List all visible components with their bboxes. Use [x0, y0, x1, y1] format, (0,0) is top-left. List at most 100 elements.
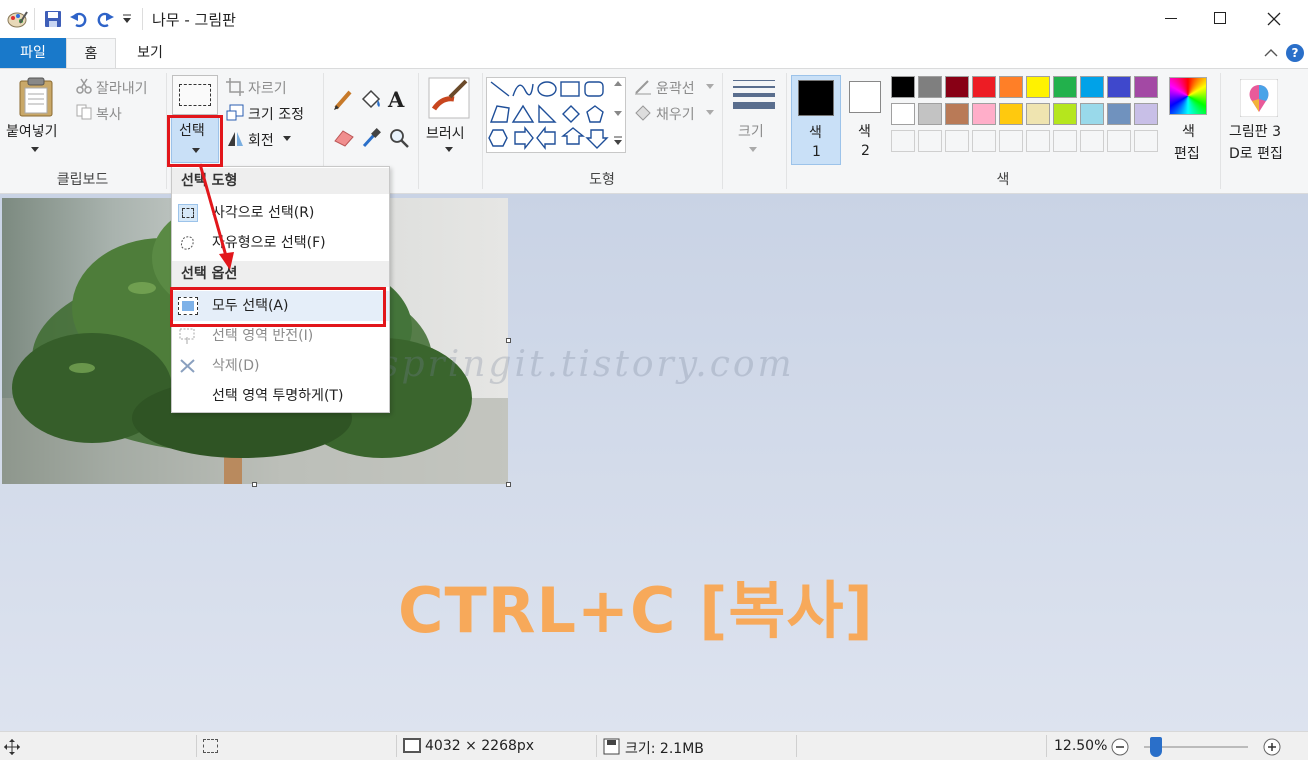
- menu-item-label: 선택 영역 반전(I): [212, 328, 314, 344]
- fill-icon: [635, 105, 651, 121]
- chevron-down-icon[interactable]: [283, 136, 291, 142]
- edit-colors-label-2[interactable]: 편집: [1174, 143, 1200, 163]
- brushes-button[interactable]: 브러시: [426, 123, 465, 143]
- disk-icon: [603, 738, 620, 755]
- color-swatch[interactable]: [999, 103, 1023, 125]
- color1-button[interactable]: 색 1: [791, 75, 841, 165]
- color-swatch[interactable]: [1107, 103, 1131, 125]
- color-swatch[interactable]: [918, 76, 942, 98]
- custom-color-slot[interactable]: [1107, 130, 1131, 152]
- clipboard-group-label: 클립보드: [56, 172, 109, 188]
- color-swatch[interactable]: [945, 103, 969, 125]
- window-title: 나무 - 그림판: [152, 11, 236, 29]
- color-swatch[interactable]: [999, 76, 1023, 98]
- color-swatch[interactable]: [1134, 103, 1158, 125]
- minimize-button[interactable]: [1148, 0, 1194, 38]
- ribbon-tab-bar: 파일 홈 보기 ?: [0, 38, 1308, 69]
- custom-color-slot[interactable]: [1134, 130, 1158, 152]
- redo-icon[interactable]: [96, 10, 114, 28]
- edit-colors-label-1[interactable]: 색: [1182, 121, 1195, 141]
- color-swatch[interactable]: [918, 103, 942, 125]
- custom-color-slot[interactable]: [945, 130, 969, 152]
- custom-color-slot[interactable]: [918, 130, 942, 152]
- undo-icon[interactable]: [70, 10, 88, 28]
- color-swatch[interactable]: [1053, 103, 1077, 125]
- divider: [786, 73, 787, 189]
- resize-handle-corner[interactable]: [506, 482, 511, 487]
- tab-file[interactable]: 파일: [0, 38, 66, 68]
- color-swatch[interactable]: [1080, 103, 1104, 125]
- divider: [596, 735, 597, 757]
- pencil-icon[interactable]: [333, 89, 353, 111]
- size-button[interactable]: 크기: [738, 121, 764, 141]
- title-bar: 나무 - 그림판: [0, 0, 1308, 38]
- chevron-down-icon: [706, 110, 714, 115]
- color2-number: 2: [861, 143, 870, 159]
- shapes-group-label: 도형: [589, 172, 615, 188]
- help-icon[interactable]: ?: [1286, 44, 1304, 62]
- maximize-button[interactable]: [1196, 0, 1242, 38]
- magnifier-icon[interactable]: [388, 127, 410, 149]
- custom-color-slot[interactable]: [972, 130, 996, 152]
- edit-colors-icon: [1169, 77, 1207, 115]
- text-tool-icon[interactable]: A: [388, 87, 404, 112]
- custom-color-slot[interactable]: [1053, 130, 1077, 152]
- minimize-icon: [1165, 18, 1177, 19]
- fill-button[interactable]: 채우기: [656, 104, 695, 124]
- paint3d-label-1[interactable]: 그림판 3: [1229, 121, 1281, 141]
- zoom-in-icon[interactable]: [1263, 738, 1281, 756]
- custom-color-slot[interactable]: [999, 130, 1023, 152]
- paint3d-label-2[interactable]: D로 편집: [1229, 143, 1283, 163]
- paste-icon: [19, 77, 53, 117]
- custom-color-slot[interactable]: [891, 130, 915, 152]
- outline-button[interactable]: 윤곽선: [656, 78, 695, 98]
- save-icon[interactable]: [44, 10, 62, 28]
- close-icon[interactable]: [1244, 0, 1304, 38]
- crop-button[interactable]: 자르기: [248, 78, 287, 98]
- menu-item-transparent-selection[interactable]: 선택 영역 투명하게(T): [172, 381, 389, 411]
- color-swatch[interactable]: [972, 76, 996, 98]
- customize-dropdown-icon[interactable]: [122, 14, 132, 24]
- color-swatch[interactable]: [1026, 76, 1050, 98]
- color-swatch[interactable]: [1080, 76, 1104, 98]
- cut-button[interactable]: 잘라내기: [96, 78, 148, 98]
- zoom-out-icon[interactable]: [1111, 738, 1129, 756]
- menu-item-delete[interactable]: 삭제(D): [172, 351, 389, 381]
- highlight-select-all: [170, 287, 386, 327]
- chevron-down-icon[interactable]: [445, 147, 453, 153]
- color-swatch[interactable]: [891, 76, 915, 98]
- resize-handle-right[interactable]: [506, 338, 511, 343]
- divider: [1220, 73, 1221, 189]
- tab-view[interactable]: 보기: [122, 38, 178, 68]
- copy-button[interactable]: 복사: [96, 104, 122, 124]
- zoom-slider-thumb[interactable]: [1150, 737, 1163, 757]
- rotate-button[interactable]: 회전: [248, 130, 274, 150]
- color-swatch[interactable]: [972, 103, 996, 125]
- tab-home[interactable]: 홈: [66, 38, 116, 69]
- collapse-ribbon-icon[interactable]: [1264, 48, 1278, 58]
- divider: [1046, 735, 1047, 757]
- resize-button[interactable]: 크기 조정: [248, 104, 304, 124]
- paste-button[interactable]: 붙여넣기: [6, 121, 58, 141]
- selection-size-icon: [203, 739, 218, 753]
- eraser-icon[interactable]: [333, 127, 355, 147]
- color-swatch[interactable]: [1053, 76, 1077, 98]
- color-swatch[interactable]: [891, 103, 915, 125]
- color-swatch[interactable]: [1026, 103, 1050, 125]
- chevron-down-icon[interactable]: [31, 147, 39, 153]
- custom-color-slot[interactable]: [1080, 130, 1104, 152]
- select-tool-preview[interactable]: [172, 75, 218, 115]
- line-size-icon: [733, 80, 775, 109]
- color2-swatch[interactable]: [849, 81, 881, 113]
- color-swatch[interactable]: [1107, 76, 1131, 98]
- color-picker-icon[interactable]: [361, 127, 381, 149]
- fill-bucket-icon[interactable]: [360, 89, 382, 111]
- shapes-gallery[interactable]: [486, 77, 626, 153]
- resize-handle-bottom[interactable]: [252, 482, 257, 487]
- color-swatch[interactable]: [945, 76, 969, 98]
- color-swatch[interactable]: [1134, 76, 1158, 98]
- gallery-scroll-icon[interactable]: [614, 81, 622, 151]
- custom-color-slot[interactable]: [1026, 130, 1050, 152]
- paint-app-icon[interactable]: [6, 9, 28, 29]
- brush-icon: [428, 77, 470, 119]
